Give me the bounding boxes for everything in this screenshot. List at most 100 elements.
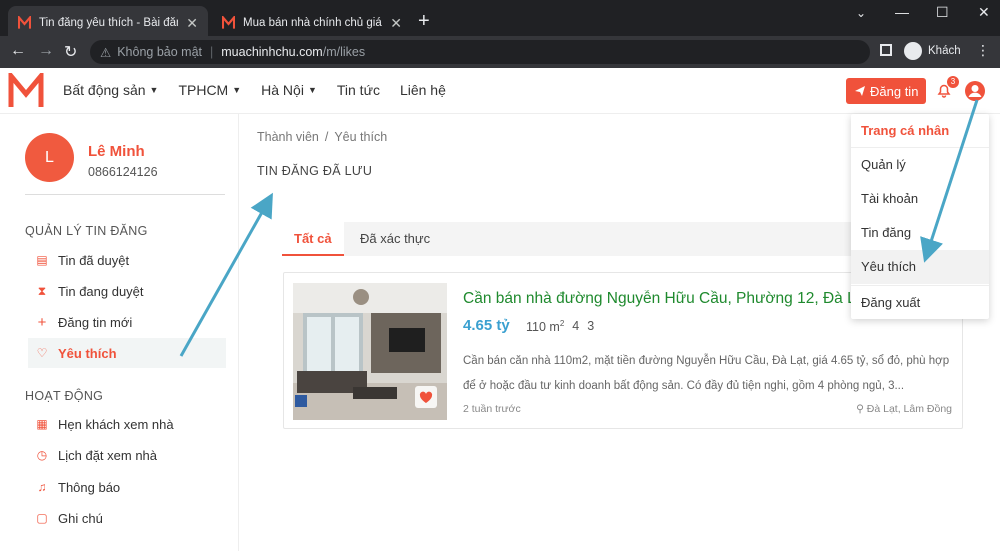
sidebar-item-new-post[interactable]: + Đăng tin mới — [28, 307, 226, 337]
sidebar-item-label: Tin đã duyệt — [58, 252, 130, 268]
nav-item-tphcm[interactable]: TPHCM ▼ — [178, 82, 241, 98]
profile-button[interactable]: Khách — [904, 42, 961, 60]
calendar-icon: ▦ — [36, 417, 48, 431]
site-favicon-icon — [222, 16, 235, 29]
close-tab-icon[interactable]: ✕ — [186, 15, 198, 32]
favorite-toggle[interactable] — [415, 386, 437, 408]
main-nav: Bất động sản ▼ TPHCM ▼ Hà Nội ▼ Tin tức Liê… — [63, 82, 446, 98]
page-title: TIN ĐĂNG ĐÃ LƯU — [257, 164, 373, 178]
breadcrumb: Thành viên / Yêu thích — [257, 130, 387, 144]
list-icon: ▤ — [36, 253, 48, 267]
site-header: Bất động sản ▼ TPHCM ▼ Hà Nội ▼ Tin tức Liê… — [0, 68, 1000, 114]
listing-time: 2 tuần trước — [463, 403, 521, 415]
tab-verified[interactable]: Đã xác thực — [360, 222, 430, 256]
listing-tabs: Tất cả Đã xác thực — [282, 222, 922, 256]
sidebar-item-approved[interactable]: ▤ Tin đã duyệt — [28, 245, 226, 275]
back-icon[interactable]: ← — [10, 42, 26, 60]
browser-tab-active[interactable]: Tin đăng yêu thích - Bài đăng nh... ✕ — [8, 6, 208, 40]
url-path: /m/likes — [322, 45, 366, 59]
sidebar-item-notifications[interactable]: ♫ Thông báo — [28, 472, 226, 502]
location-pin-icon: ⚲ — [856, 403, 867, 415]
user-dropdown-menu: Trang cá nhân Quản lý Tài khoản Tin đăng… — [851, 114, 989, 319]
avatar: L — [25, 133, 74, 182]
menu-item-favorites[interactable]: Yêu thích — [851, 250, 989, 284]
breadcrumb-separator: / — [324, 130, 329, 144]
user-name: Lê Minh — [88, 143, 145, 160]
browser-toolbar: ← → ↻ ⚠ Không bảo mật | muachinhchu.com … — [0, 36, 1000, 68]
sidebar-item-appointments[interactable]: ▦ Hẹn khách xem nhà — [28, 409, 226, 439]
browser-tab-strip: Tin đăng yêu thích - Bài đăng nh... ✕ Mu… — [0, 0, 1000, 40]
sidebar-item-label: Yêu thích — [58, 345, 117, 361]
menu-item-account[interactable]: Tài khoản — [851, 182, 989, 216]
side-panel-icon[interactable] — [880, 44, 892, 56]
site-logo[interactable] — [8, 73, 44, 109]
tab-title: Tin đăng yêu thích - Bài đăng nh... — [39, 17, 178, 29]
note-icon: ▢ — [36, 511, 48, 525]
post-listing-button[interactable]: Đăng tin — [846, 78, 927, 104]
menu-item-manage[interactable]: Quản lý — [851, 148, 989, 182]
sidebar-item-notes[interactable]: ▢ Ghi chú — [28, 503, 226, 533]
plus-icon: + — [37, 313, 47, 331]
listing-specs: 110 m2 4 3 — [526, 319, 594, 334]
notifications-button[interactable]: 3 — [936, 76, 959, 103]
user-account-icon[interactable] — [964, 80, 986, 102]
browser-tab[interactable]: Mua bán nhà chính chủ giá cực r... ✕ — [212, 6, 412, 40]
listing-thumbnail[interactable] — [293, 283, 447, 420]
chevron-down-icon: ▼ — [307, 85, 317, 95]
sidebar-item-favorites[interactable]: ♡ Yêu thích — [28, 338, 226, 368]
sidebar-item-label: Tin đang duyệt — [58, 283, 144, 299]
notification-badge: 3 — [947, 76, 959, 88]
listing-bedrooms: 4 — [572, 319, 580, 333]
tab-search-icon[interactable]: ⌄ — [856, 6, 866, 20]
menu-icon[interactable]: ⋮ — [976, 42, 990, 59]
menu-item-logout[interactable]: Đăng xuất — [851, 285, 989, 319]
menu-item-profile[interactable]: Trang cá nhân — [851, 114, 989, 148]
listing-description: Cần bán căn nhà 110m2, mặt tiền đường Ng… — [463, 355, 950, 392]
sidebar-item-label: Thông báo — [58, 479, 121, 495]
paper-plane-icon — [855, 86, 865, 96]
nav-item-contact[interactable]: Liên hệ — [400, 82, 446, 98]
reload-icon[interactable]: ↻ — [64, 42, 77, 62]
section-title-activities: HOẠT ĐỘNG — [25, 389, 104, 403]
security-label: Không bảo mật — [117, 45, 203, 59]
hourglass-icon: ⧗ — [37, 283, 47, 298]
bell-icon: ♫ — [37, 480, 47, 494]
heart-filled-icon — [419, 391, 433, 403]
forward-icon[interactable]: → — [38, 42, 54, 60]
member-sidebar: L Lê Minh 0866124126 QUẢN LÝ TIN ĐĂNG ▤ T… — [0, 114, 239, 551]
tab-title: Mua bán nhà chính chủ giá cực r... — [243, 17, 382, 29]
listing-title[interactable]: Cần bán nhà đường Nguyễn Hữu Cầu, Phường… — [463, 290, 873, 308]
address-bar[interactable]: ⚠ Không bảo mật | muachinhchu.com /m/lik… — [90, 40, 870, 64]
breadcrumb-item-favorites: Yêu thích — [334, 130, 388, 144]
chevron-down-icon: ▼ — [149, 85, 159, 95]
listing-area: 110 m2 — [526, 319, 565, 335]
nav-item-news[interactable]: Tin tức — [337, 82, 380, 98]
nav-item-hanoi[interactable]: Hà Nội ▼ — [261, 82, 317, 98]
minimize-icon[interactable]: — — [895, 4, 909, 20]
site-favicon-icon — [18, 16, 31, 29]
breadcrumb-item-member[interactable]: Thành viên — [257, 130, 319, 144]
maximize-icon[interactable]: ☐ — [936, 4, 949, 21]
address-separator: | — [210, 45, 214, 59]
section-title-manage-listings: QUẢN LÝ TIN ĐĂNG — [25, 224, 148, 238]
sidebar-item-label: Ghi chú — [58, 510, 103, 526]
profile-label: Khách — [928, 45, 961, 57]
menu-item-listings[interactable]: Tin đăng — [851, 216, 989, 250]
post-button-label: Đăng tin — [870, 83, 919, 99]
heart-icon: ♡ — [36, 346, 48, 360]
sidebar-item-label: Hẹn khách xem nhà — [58, 416, 174, 432]
guest-avatar-icon — [904, 42, 922, 60]
close-tab-icon[interactable]: ✕ — [390, 15, 402, 32]
warning-icon[interactable]: ⚠ — [100, 45, 111, 60]
nav-item-real-estate[interactable]: Bất động sản ▼ — [63, 82, 158, 98]
new-tab-icon[interactable]: + — [418, 10, 430, 32]
listing-bathrooms: 3 — [587, 319, 595, 333]
tab-all[interactable]: Tất cả — [282, 222, 344, 256]
clock-icon: ◷ — [36, 448, 48, 462]
listing-location: ⚲ Đà Lạt, Lâm Đồng — [856, 403, 952, 415]
chevron-down-icon: ▼ — [232, 85, 242, 95]
listing-price: 4.65 tỷ — [463, 317, 510, 334]
window-close-icon[interactable]: ✕ — [978, 4, 990, 21]
sidebar-item-schedule[interactable]: ◷ Lịch đặt xem nhà — [28, 440, 226, 470]
sidebar-item-pending[interactable]: ⧗ Tin đang duyệt — [28, 276, 226, 306]
